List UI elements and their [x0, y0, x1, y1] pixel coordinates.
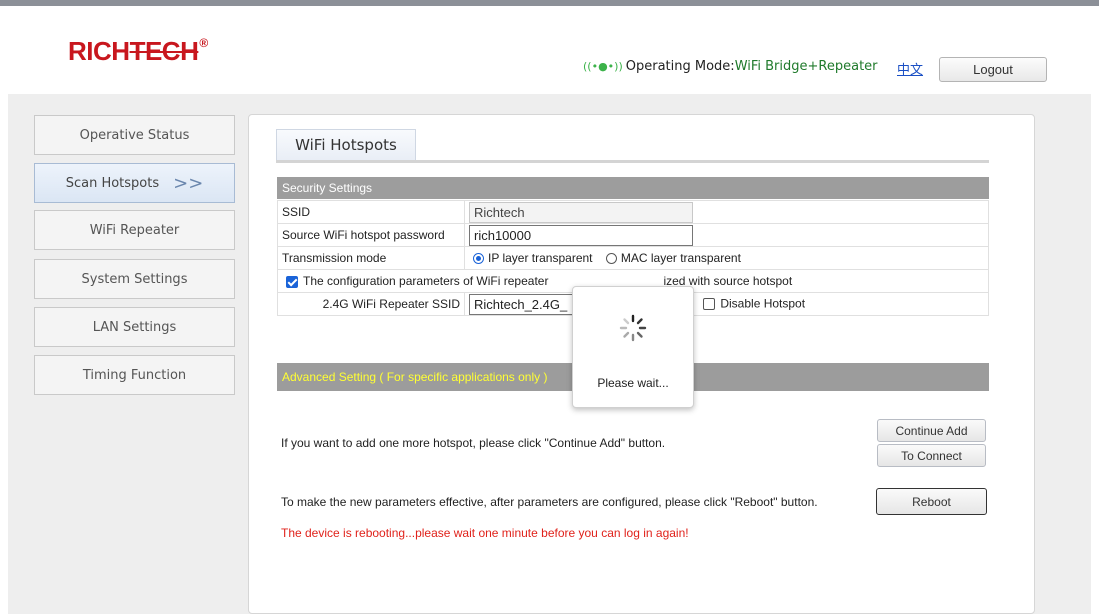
richtech-logo: RICHTECH®	[68, 36, 208, 66]
disable-hotspot-label: Disable Hotspot	[720, 296, 806, 311]
sidebar-item-scan-hotspots[interactable]: Scan Hotspots >>	[34, 163, 235, 203]
sidebar-item-label: LAN Settings	[92, 319, 177, 335]
sidebar-item-label: System Settings	[81, 271, 188, 287]
operating-mode: ((•●•)) Operating Mode:WiFi Bridge+Repeat…	[583, 59, 878, 74]
repeater-ssid-cell: Richtech_2.4G_ Disable Hotspot	[464, 292, 989, 316]
sidebar-item-label: Scan Hotspots	[65, 175, 160, 191]
double-chevron-right-icon: >>	[173, 172, 204, 194]
spinner-icon	[619, 314, 647, 342]
ip-transparent-radio[interactable]	[473, 253, 484, 265]
password-field[interactable]: rich10000	[469, 224, 693, 246]
tab-wifi-hotspots[interactable]: WiFi Hotspots	[276, 129, 416, 161]
reboot-button[interactable]: Reboot	[876, 488, 987, 515]
continue-add-text: If you want to add one more hotspot, ple…	[281, 436, 666, 450]
mac-transparent-radio[interactable]	[605, 253, 617, 265]
logout-button[interactable]: Logout	[939, 57, 1047, 82]
language-link[interactable]: 中文	[897, 59, 923, 78]
mac-transparent-label: MAC layer transparent	[620, 251, 741, 265]
sidebar-item-timing-function[interactable]: Timing Function	[34, 355, 235, 395]
sidebar-item-operative-status[interactable]: Operative Status	[34, 115, 235, 155]
tab-underline	[276, 160, 989, 163]
disable-hotspot-checkbox[interactable]	[703, 298, 716, 310]
table-row: Transmission mode IP layer transparent M…	[277, 246, 989, 270]
wifi-signal-icon: ((•●•))	[583, 60, 623, 73]
table-row: SSID Richtech	[277, 200, 989, 224]
continue-add-button[interactable]: Continue Add	[877, 419, 986, 442]
repeater-ssid-label: 2.4G WiFi Repeater SSID	[277, 292, 465, 316]
rebooting-message: The device is rebooting...please wait on…	[281, 526, 689, 540]
sidebar-item-system-settings[interactable]: System Settings	[34, 259, 235, 299]
transmission-mode-label: Transmission mode	[277, 246, 465, 270]
sidebar-item-label: Timing Function	[82, 367, 187, 383]
ssid-field[interactable]: Richtech	[469, 201, 693, 223]
table-row: Source WiFi hotspot password rich10000	[277, 223, 989, 247]
security-settings-header: Security Settings	[277, 177, 989, 199]
sidebar-item-label: Operative Status	[79, 127, 190, 143]
sidebar-item-label: WiFi Repeater	[89, 222, 180, 238]
to-connect-button[interactable]: To Connect	[877, 444, 986, 467]
ssid-cell: Richtech	[464, 200, 989, 224]
ip-transparent-label: IP layer transparent	[488, 251, 593, 265]
sync-text: The configuration parameters of WiFi rep…	[303, 274, 549, 288]
sync-checkbox[interactable]	[286, 275, 298, 288]
transmission-mode-cell: IP layer transparent MAC layer transpare…	[464, 246, 989, 270]
sidebar-item-wifi-repeater[interactable]: WiFi Repeater	[34, 210, 235, 250]
loading-message: Please wait...	[597, 376, 669, 390]
loading-dialog: Please wait...	[572, 286, 694, 408]
reboot-text: To make the new parameters effective, af…	[281, 495, 818, 509]
operating-mode-value: WiFi Bridge+Repeater	[734, 59, 878, 74]
sidebar-item-lan-settings[interactable]: LAN Settings	[34, 307, 235, 347]
password-cell: rich10000	[464, 223, 989, 247]
header: RICHTECH®	[0, 6, 1099, 92]
ssid-label: SSID	[277, 200, 465, 224]
operating-mode-label: Operating Mode:	[625, 59, 735, 74]
password-label: Source WiFi hotspot password	[277, 223, 465, 247]
